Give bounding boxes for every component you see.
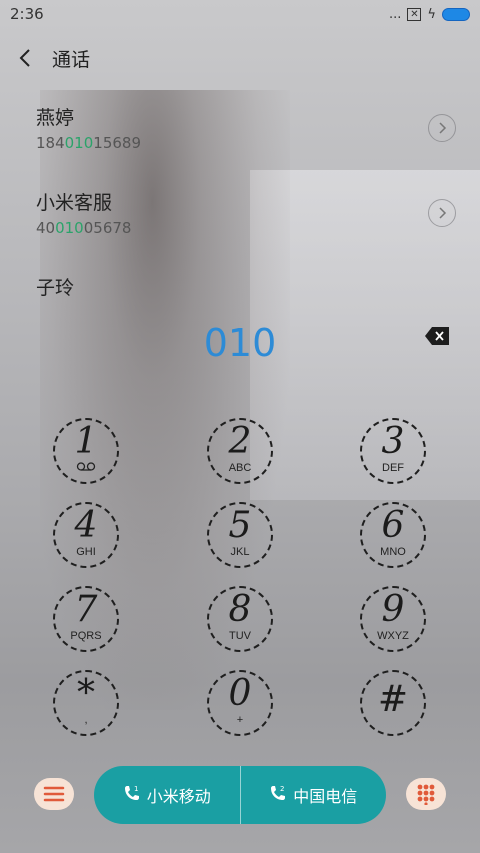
- key-6[interactable]: 6 MNO: [360, 502, 426, 568]
- key-8[interactable]: 8 TUV: [207, 586, 273, 652]
- contact-item[interactable]: 小米客服 4001005678: [36, 189, 456, 249]
- charging-icon: ϟ: [427, 6, 436, 22]
- page-title: 通话: [52, 48, 91, 71]
- notification-dots: ...: [389, 6, 402, 22]
- status-icons: ... ✕ ϟ: [389, 7, 470, 22]
- key-7[interactable]: 7 PQRS: [53, 586, 119, 652]
- contact-name: 子玲: [36, 277, 75, 299]
- call-sim1-button[interactable]: 1 小米移动: [94, 766, 240, 824]
- dialpad-icon[interactable]: [406, 778, 446, 810]
- call-sim2-button[interactable]: 2 中国电信: [241, 766, 387, 824]
- key-2[interactable]: 2 ABC: [207, 418, 273, 484]
- voicemail-icon: [76, 462, 96, 474]
- key-3[interactable]: 3 DEF: [360, 418, 426, 484]
- sim2-label: 中国电信: [293, 787, 358, 806]
- chevron-left-icon[interactable]: [18, 40, 42, 76]
- phone-sim2-icon: 2: [269, 784, 287, 806]
- key-0[interactable]: 0 +: [207, 670, 273, 736]
- header: 通话: [0, 38, 480, 78]
- contact-number: 18401015689: [36, 134, 141, 152]
- call-buttons: 1 小米移动 2 中国电信: [94, 766, 386, 824]
- menu-icon[interactable]: [34, 778, 74, 810]
- key-star[interactable]: * ,: [53, 670, 119, 736]
- key-5[interactable]: 5 JKL: [207, 502, 273, 568]
- status-time: 2:36: [10, 5, 44, 23]
- dial-input-display: 010: [203, 321, 277, 365]
- bottom-action-bar: 1 小米移动 2 中国电信: [0, 766, 480, 826]
- svg-text:2: 2: [280, 785, 284, 793]
- sim1-label: 小米移动: [146, 787, 211, 806]
- key-hash[interactable]: #: [360, 670, 426, 736]
- phone-sim1-icon: 1: [123, 784, 141, 806]
- contact-item[interactable]: 燕婷 18401015689: [36, 104, 456, 164]
- contact-number: 4001005678: [36, 219, 132, 237]
- key-4[interactable]: 4 GHI: [53, 502, 119, 568]
- no-sim-icon: ✕: [407, 7, 422, 21]
- backspace-icon[interactable]: [424, 326, 450, 346]
- status-bar: 2:36 ... ✕ ϟ: [0, 0, 480, 28]
- svg-text:1: 1: [134, 785, 138, 793]
- contact-name: 燕婷: [36, 107, 75, 129]
- chevron-right-circle-icon[interactable]: [428, 199, 456, 227]
- battery-icon: [442, 7, 470, 21]
- chevron-right-circle-icon[interactable]: [428, 114, 456, 142]
- contact-name: 小米客服: [36, 192, 113, 214]
- dial-keypad: 1 2 ABC 3 DEF 4 GHI 5 JKL 6 MNO 7 PQRS 8…: [0, 418, 480, 738]
- key-9[interactable]: 9 WXYZ: [360, 586, 426, 652]
- key-1[interactable]: 1: [53, 418, 119, 484]
